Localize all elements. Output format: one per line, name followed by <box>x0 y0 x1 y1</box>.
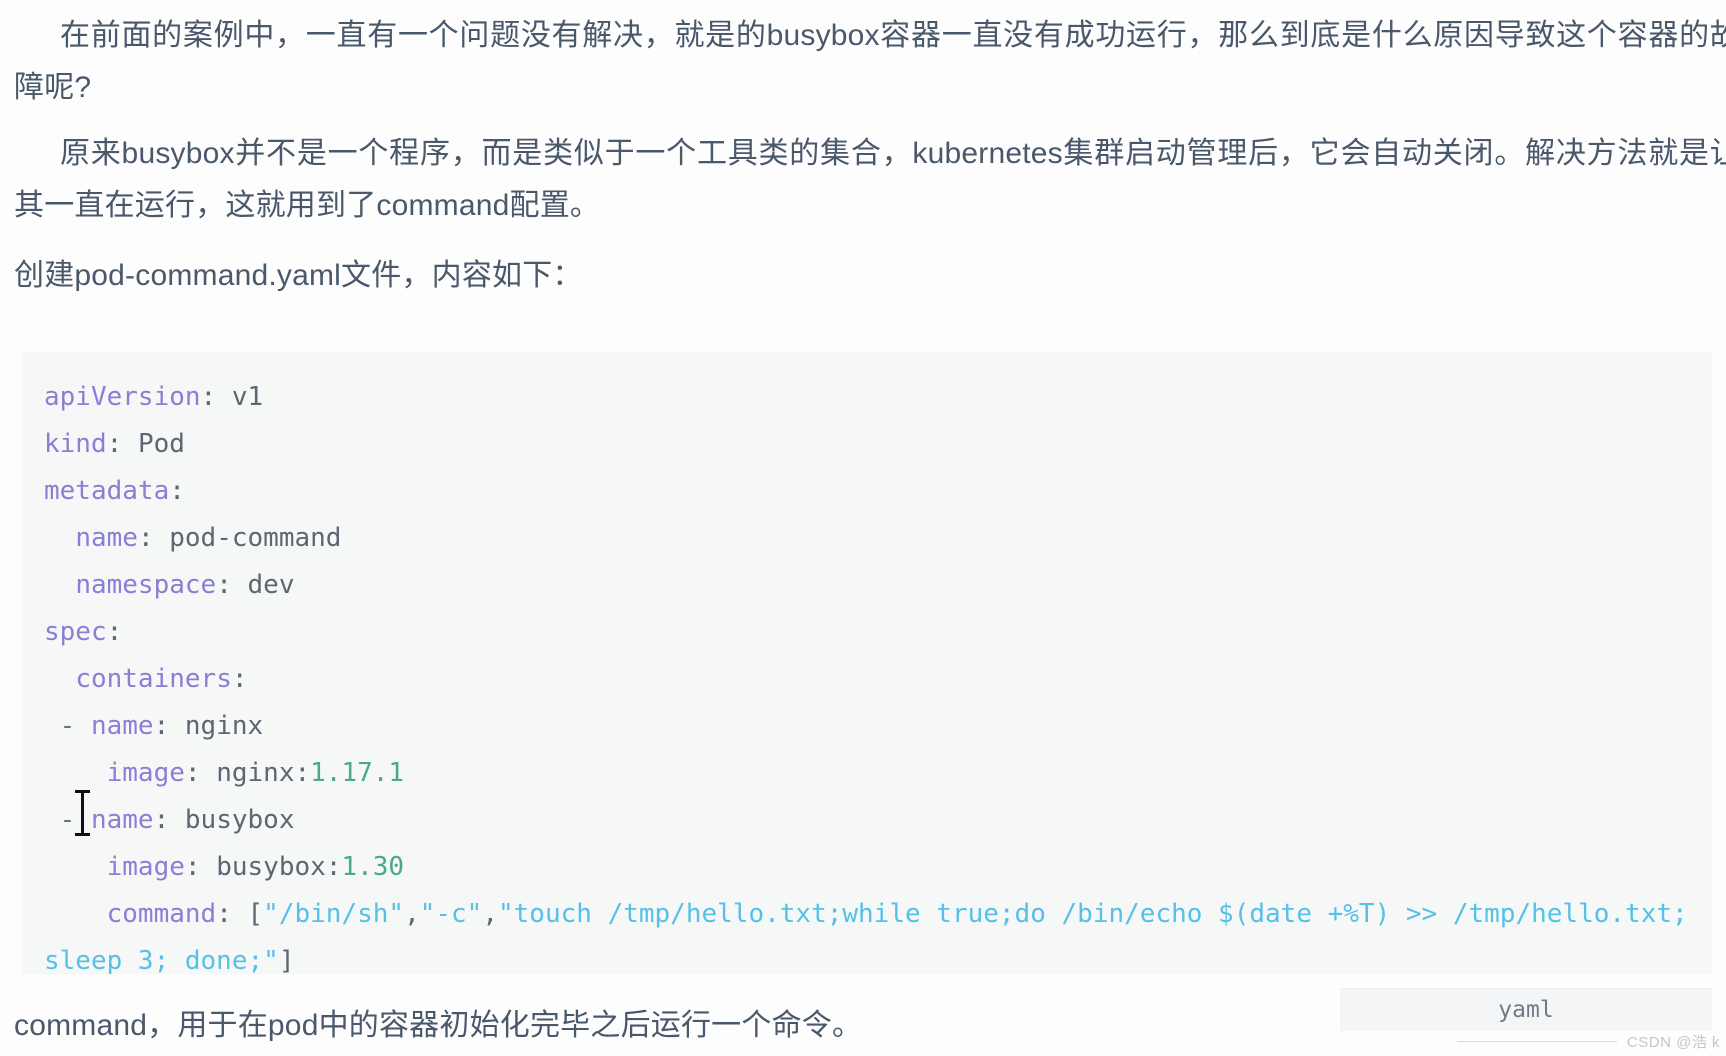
paragraph-intro: 在前面的案例中，一直有一个问题没有解决，就是的busybox容器一直没有成功运行… <box>14 19 1726 104</box>
array-comma: , <box>404 899 420 929</box>
yaml-key: apiVersion <box>44 382 201 412</box>
article-page: 在前面的案例中，一直有一个问题没有解决，就是的busybox容器一直没有成功运行… <box>0 0 1726 1056</box>
yaml-key: image <box>106 852 185 882</box>
yaml-key: metadata <box>44 476 170 506</box>
yaml-image-tag: 1.30 <box>341 852 405 882</box>
csdn-watermark: CSDN @浩 k <box>1456 1031 1720 1052</box>
yaml-separator: : <box>137 523 170 553</box>
code-line: name: pod-command <box>44 515 1712 562</box>
yaml-separator: : <box>169 476 185 506</box>
yaml-value: nginx <box>184 711 264 741</box>
code-language-badge[interactable]: yaml <box>1340 988 1712 1031</box>
yaml-image-name: busybox: <box>216 852 342 882</box>
array-close-bracket: ] <box>278 946 295 974</box>
yaml-value: Pod <box>137 429 185 459</box>
yaml-separator: : <box>200 382 232 412</box>
yaml-key: image <box>106 758 185 788</box>
yaml-separator: : <box>184 758 217 788</box>
paragraph-create-file: 创建pod-command.yaml文件，内容如下： <box>14 259 583 292</box>
array-open-bracket: [ <box>247 899 264 929</box>
paragraph-explanation: 原来busybox并不是一个程序，而是类似于一个工具类的集合，kubernete… <box>14 137 1726 222</box>
yaml-value: pod-command <box>169 523 342 553</box>
yaml-separator: : <box>106 617 123 647</box>
command-arg-flag: "-c" <box>419 899 483 929</box>
code-line: kind: Pod <box>44 421 1712 468</box>
paragraph-command-note: command，用于在pod中的容器初始化完毕之后运行一个命令。 <box>14 1009 863 1042</box>
watermark-rule <box>1456 1041 1617 1042</box>
yaml-key: name <box>75 523 138 553</box>
yaml-separator: : <box>216 899 248 929</box>
code-line: image: nginx:1.17.1 <box>44 750 1712 797</box>
yaml-key: spec <box>44 617 107 647</box>
code-line: - name: busybox <box>44 797 1712 844</box>
code-line: apiVersion: v1 <box>44 374 1712 421</box>
yaml-image-name: nginx: <box>216 758 311 788</box>
code-line: image: busybox:1.30 <box>44 844 1712 891</box>
yaml-key: command <box>106 899 217 929</box>
command-arg-shell: "/bin/sh" <box>263 899 405 929</box>
yaml-key: containers <box>75 664 232 694</box>
yaml-separator: : <box>153 805 185 835</box>
yaml-key: namespace <box>75 570 217 600</box>
code-line: containers: <box>44 656 1712 703</box>
yaml-separator: : <box>184 852 217 882</box>
yaml-key: kind <box>44 429 107 459</box>
yaml-value: dev <box>247 570 295 600</box>
code-language-label: yaml <box>1498 997 1554 1023</box>
yaml-key: name <box>90 805 154 835</box>
yaml-list-dash: - <box>59 711 91 741</box>
yaml-image-tag: 1.17.1 <box>310 758 405 788</box>
yaml-list-dash: - <box>59 805 91 835</box>
yaml-separator: : <box>153 711 185 741</box>
code-line-command: command: ["/bin/sh","-c","touch /tmp/hel… <box>44 891 1712 974</box>
yaml-code-block[interactable]: apiVersion: v1 kind: Pod metadata: name:… <box>22 352 1712 974</box>
watermark-text: CSDN @浩 k <box>1626 1034 1720 1051</box>
yaml-separator: : <box>216 570 248 600</box>
yaml-key: name <box>90 711 154 741</box>
code-line: namespace: dev <box>44 562 1712 609</box>
code-line: metadata: <box>44 468 1712 515</box>
yaml-separator: : <box>231 664 248 694</box>
code-line: spec: <box>44 609 1712 656</box>
array-comma: , <box>482 899 498 929</box>
yaml-separator: : <box>106 429 138 459</box>
yaml-value: busybox <box>184 805 295 835</box>
yaml-value: v1 <box>231 382 264 412</box>
code-line: - name: nginx <box>44 703 1712 750</box>
